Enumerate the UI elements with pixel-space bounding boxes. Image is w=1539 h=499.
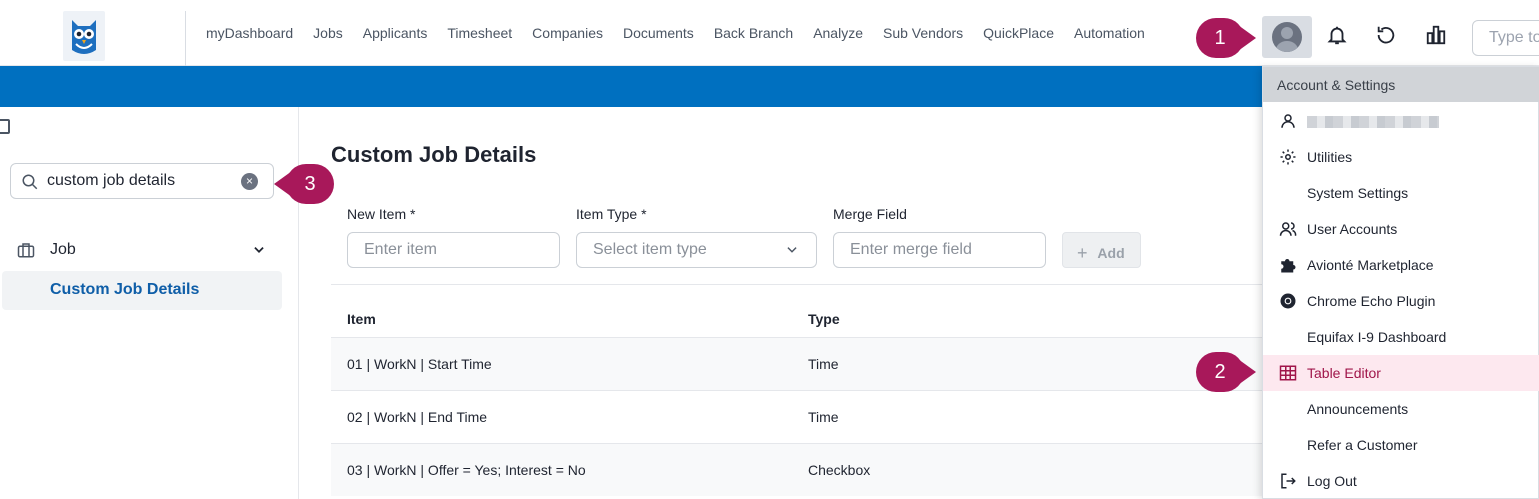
table-row[interactable]: 02 | WorkN | End Time Time [331,390,1262,443]
main-nav: myDashboard Jobs Applicants Timesheet Co… [196,0,1155,66]
dropdown-item-equifax-i9[interactable]: Equifax I-9 Dashboard [1263,319,1539,355]
chevron-down-icon[interactable] [252,243,266,262]
new-item-label: New Item * [347,206,416,222]
nav-item-analyze[interactable]: Analyze [803,25,873,41]
puzzle-icon [1279,256,1297,274]
callout-number: 2 [1196,352,1244,392]
nav-item-back-branch[interactable]: Back Branch [704,25,803,41]
dropdown-item-label: Equifax I-9 Dashboard [1307,329,1447,345]
nav-item-companies[interactable]: Companies [522,25,613,41]
item-type-placeholder: Select item type [593,241,707,258]
nav-item-timesheet[interactable]: Timesheet [437,25,522,41]
dropdown-item-label: Avionté Marketplace [1307,257,1434,273]
dropdown-item-label: Utilities [1307,149,1353,165]
briefcase-icon [17,242,35,263]
merge-field-input[interactable]: Enter merge field [833,232,1046,268]
dropdown-item-label: System Settings [1307,185,1409,201]
sidebar-item-custom-job-details[interactable]: Custom Job Details [2,271,282,310]
callout-number: 3 [286,164,334,204]
users-icon [1279,220,1297,238]
callout-1: 1 [1196,18,1256,58]
sidebar-group-label: Job [50,241,76,258]
dropdown-header: Account & Settings [1263,67,1539,102]
owl-logo[interactable] [63,11,105,61]
sidebar-collapse-icon[interactable] [0,119,10,134]
nav-item-sub-vendors[interactable]: Sub Vendors [873,25,973,41]
dropdown-item-label: Chrome Echo Plugin [1307,293,1436,309]
global-search-input[interactable]: Type to [1472,20,1539,56]
dropdown-item-marketplace[interactable]: Avionté Marketplace [1263,247,1539,283]
clear-search-icon[interactable]: × [241,173,258,190]
divider [331,284,1262,285]
dropdown-item-utilities[interactable]: Utilities [1263,139,1539,175]
add-button[interactable]: + Add [1062,232,1141,268]
gear-icon [1279,148,1297,166]
dropdown-item-label: Table Editor [1307,365,1381,381]
cell-item: 01 | WorkN | Start Time [347,356,492,372]
nav-item-mydashboard[interactable]: myDashboard [196,25,303,41]
reports-icon[interactable] [1424,23,1448,47]
item-type-select[interactable]: Select item type [576,232,817,268]
callout-number: 1 [1196,18,1244,58]
bell-icon[interactable] [1325,23,1349,47]
sidebar-search-value: custom job details [47,172,176,189]
column-header-type[interactable]: Type [808,311,840,327]
callout-2: 2 [1196,352,1256,392]
nav-item-automation[interactable]: Automation [1064,25,1155,41]
dropdown-item-refer-a-customer[interactable]: Refer a Customer [1263,427,1539,463]
merge-field-label: Merge Field [833,206,907,222]
nav-item-documents[interactable]: Documents [613,25,704,41]
sidebar-group-job[interactable]: Job [0,233,299,267]
dropdown-item-user-accounts[interactable]: User Accounts [1263,211,1539,247]
nav-item-jobs[interactable]: Jobs [303,25,353,41]
dropdown-header-label: Account & Settings [1277,77,1396,93]
column-header-item[interactable]: Item [347,311,376,327]
table-row[interactable]: 03 | WorkN | Offer = Yes; Interest = No … [331,443,1262,496]
history-icon[interactable] [1374,23,1398,47]
cell-type: Time [808,356,839,372]
table-icon [1279,364,1297,382]
nav-divider [185,11,186,66]
chevron-down-icon [785,243,799,262]
sidebar-item-label: Custom Job Details [50,281,200,298]
dropdown-item-announcements[interactable]: Announcements [1263,391,1539,427]
sidebar-search-input[interactable]: custom job details × [10,163,274,199]
cell-item: 02 | WorkN | End Time [347,409,488,425]
account-avatar-button[interactable] [1262,16,1312,58]
account-settings-dropdown: Account & Settings Utilities System Sett… [1262,66,1539,499]
dropdown-item-label: Log Out [1307,473,1357,489]
callout-3: 3 [274,164,334,204]
dropdown-item-label: Announcements [1307,401,1409,417]
cell-type: Checkbox [808,462,871,478]
add-button-label: Add [1097,245,1125,261]
settings-sidebar: custom job details × Job Custom Job Deta… [0,107,299,499]
avatar [1272,22,1302,52]
cell-type: Time [808,409,839,425]
dropdown-item-label: Refer a Customer [1307,437,1418,453]
top-navigation-bar: myDashboard Jobs Applicants Timesheet Co… [0,0,1539,66]
dropdown-item-system-settings[interactable]: System Settings [1263,175,1539,211]
dropdown-item-chrome-echo-plugin[interactable]: Chrome Echo Plugin [1263,283,1539,319]
dropdown-item-table-editor[interactable]: Table Editor [1263,355,1539,391]
dropdown-item-label: User Accounts [1307,221,1398,237]
page-title: Custom Job Details [331,142,537,167]
dropdown-item-log-out[interactable]: Log Out [1263,463,1539,499]
redacted-user-name [1307,116,1439,128]
table-row[interactable]: 01 | WorkN | Start Time Time [331,337,1262,390]
cell-item: 03 | WorkN | Offer = Yes; Interest = No [347,462,586,478]
item-type-label: Item Type * [576,206,647,222]
new-item-input[interactable]: Enter item [347,232,560,268]
dropdown-item-profile[interactable] [1263,103,1539,139]
search-icon [21,173,39,196]
logout-icon [1279,472,1297,490]
nav-item-quickplace[interactable]: QuickPlace [973,25,1064,41]
chrome-icon [1279,292,1297,310]
plus-icon: + [1077,243,1088,263]
user-icon [1279,112,1297,130]
nav-item-applicants[interactable]: Applicants [353,25,438,41]
